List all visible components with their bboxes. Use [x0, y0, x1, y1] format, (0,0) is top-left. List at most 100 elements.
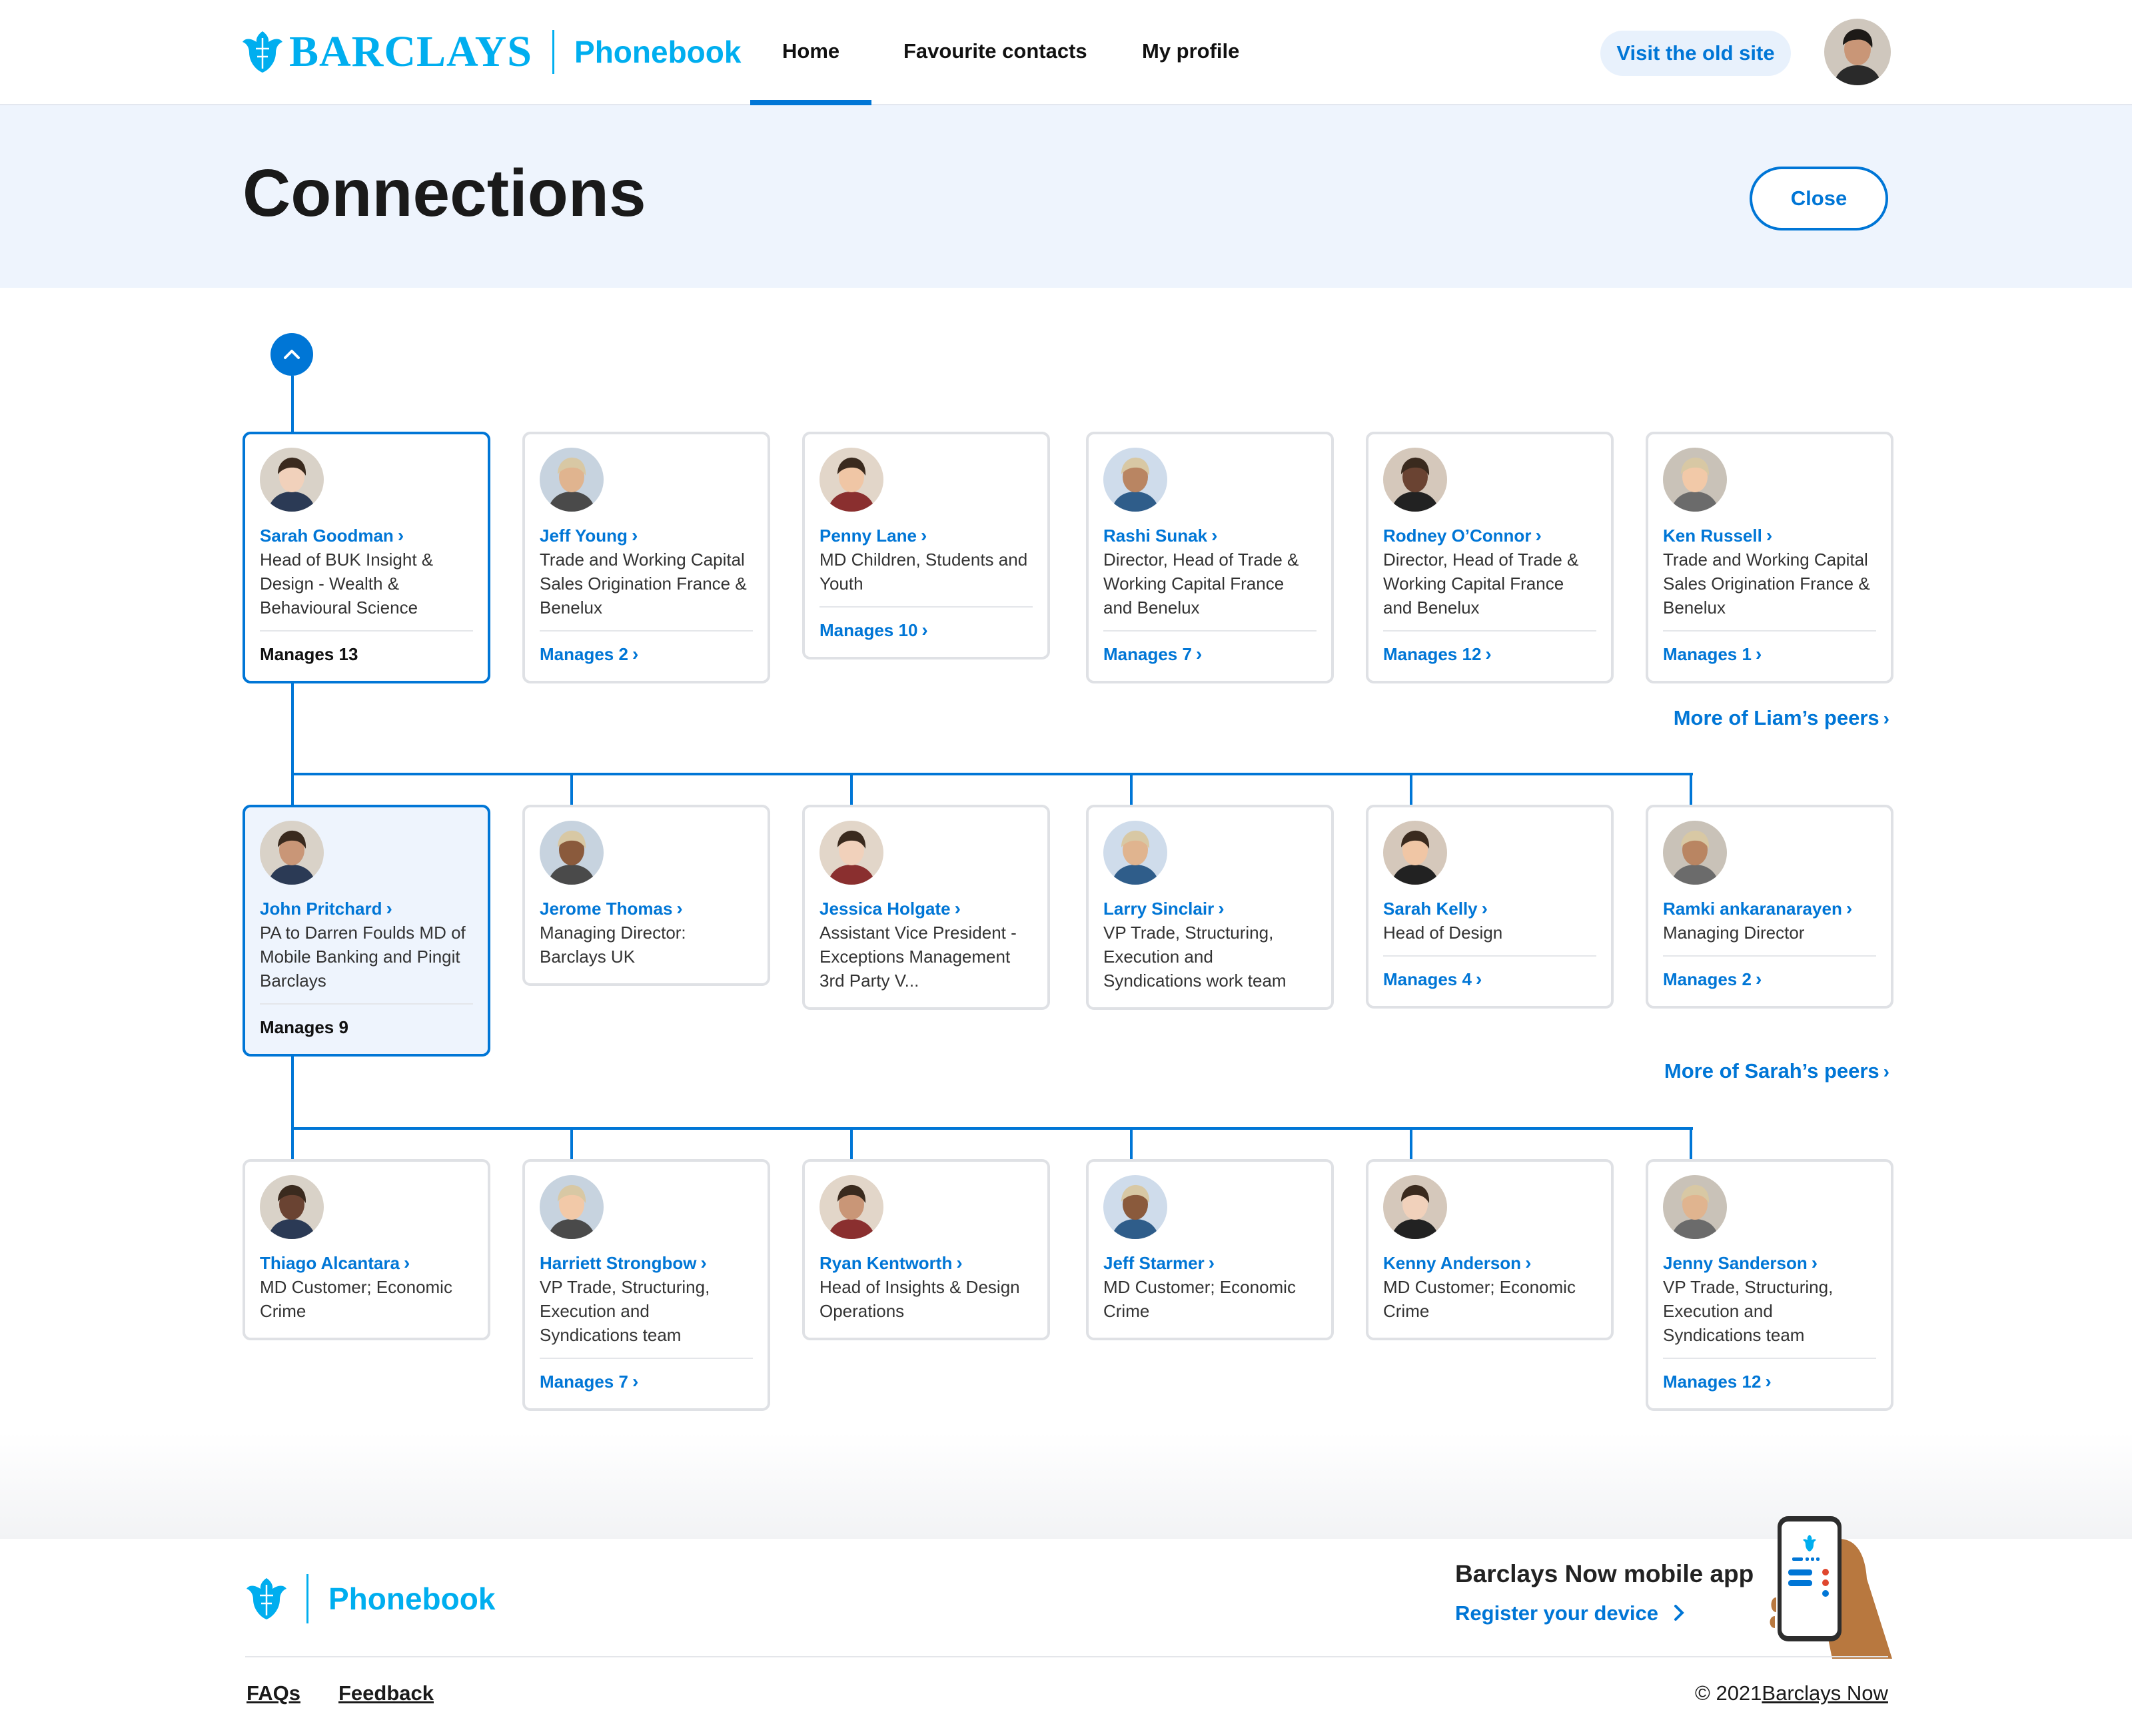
chevron-up-icon: [284, 350, 300, 359]
person-card[interactable]: Jeff Young › Trade and Working Capital Sale…: [522, 432, 770, 683]
nav-home[interactable]: Home: [782, 35, 839, 68]
close-button[interactable]: Close: [1750, 167, 1888, 230]
footer-logo[interactable]: Phonebook: [245, 1573, 495, 1624]
person-role-line: and Benelux: [1103, 598, 1200, 618]
person-name: Larry Sinclair: [1103, 899, 1215, 919]
person-name-link[interactable]: Jeff Young ›: [540, 524, 753, 548]
more-peers-label: More of Sarah’s peers: [1664, 1059, 1879, 1083]
person-avatar: [260, 448, 324, 512]
manages-count: Manages 12: [1383, 644, 1482, 664]
person-name-link[interactable]: Kenny Anderson ›: [1383, 1251, 1596, 1275]
person-name-link[interactable]: Larry Sinclair ›: [1103, 897, 1317, 921]
footer-divider: [245, 1656, 1888, 1657]
more-peers-link[interactable]: More of Sarah’s peers ›: [1664, 1059, 1889, 1083]
chevron-right-icon: ›: [1525, 1252, 1532, 1273]
person-name-link[interactable]: Jeff Starmer ›: [1103, 1251, 1317, 1275]
manages-link[interactable]: Manages 2 ›: [540, 642, 753, 666]
person-card[interactable]: Jessica Holgate › Assistant Vice President…: [802, 805, 1050, 1010]
person-role-line: 3rd Party V...: [819, 971, 919, 991]
person-name-link[interactable]: Rodney O’Connor ›: [1383, 524, 1596, 548]
chevron-right-icon: ›: [921, 620, 928, 640]
person-card[interactable]: Rashi Sunak › Director, Head of Trade & Wor…: [1086, 432, 1334, 683]
more-peers-link[interactable]: More of Liam’s peers ›: [1674, 706, 1889, 730]
person-name: Sarah Goodman: [260, 526, 394, 546]
person-card[interactable]: Penny Lane › MD Children, Students and Yout…: [802, 432, 1050, 659]
person-name-link[interactable]: Harriett Strongbow ›: [540, 1251, 753, 1275]
person-card[interactable]: Ryan Kentworth › Head of Insights & Design…: [802, 1159, 1050, 1340]
person-card[interactable]: Rodney O’Connor › Director, Head of Trade …: [1366, 432, 1614, 683]
person-name-link[interactable]: Rashi Sunak ›: [1103, 524, 1317, 548]
person-name-link[interactable]: Ryan Kentworth ›: [819, 1251, 1033, 1275]
person-name-link[interactable]: Penny Lane ›: [819, 524, 1033, 548]
person-name-link[interactable]: Thiago Alcantara ›: [260, 1251, 473, 1275]
nav-my-profile[interactable]: My profile: [1142, 35, 1239, 68]
barclays-logo[interactable]: BARCLAYS Phonebook: [241, 28, 741, 76]
person-card[interactable]: John Pritchard › PA to Darren Foulds MD of…: [243, 805, 490, 1057]
person-card[interactable]: Harriett Strongbow › VP Trade, Structuring…: [522, 1159, 770, 1411]
manages-link[interactable]: Manages 4 ›: [1383, 967, 1596, 991]
person-avatar: [1383, 1175, 1447, 1239]
visit-old-site-button[interactable]: Visit the old site: [1600, 31, 1791, 76]
barclays-now-link[interactable]: Barclays Now: [1762, 1681, 1888, 1705]
person-card[interactable]: Kenny Anderson › MD Customer; Economic Crim…: [1366, 1159, 1614, 1340]
person-role-line: Crime: [1383, 1301, 1430, 1321]
person-card[interactable]: Thiago Alcantara › MD Customer; Economic Cr…: [243, 1159, 490, 1340]
person-role-line: MD Customer; Economic: [1103, 1277, 1296, 1297]
person-role-line: Working Capital France: [1103, 574, 1285, 594]
footer-logo-divider: [306, 1574, 308, 1623]
person-name-link[interactable]: Ken Russell ›: [1663, 524, 1876, 548]
person-role-line: Head of Insights & Design: [819, 1277, 1020, 1297]
register-device-link[interactable]: Register your device: [1455, 1601, 1688, 1625]
nav-favourite-contacts[interactable]: Favourite contacts: [903, 35, 1087, 68]
person-name-link[interactable]: John Pritchard ›: [260, 897, 473, 921]
person-card[interactable]: Ramki ankaranarayen › Managing Director Man…: [1646, 805, 1893, 1009]
chevron-right-icon: ›: [676, 898, 683, 919]
person-card[interactable]: Jeff Starmer › MD Customer; Economic Crime: [1086, 1159, 1334, 1340]
person-name-link[interactable]: Sarah Kelly ›: [1383, 897, 1596, 921]
chevron-right-icon: ›: [632, 644, 639, 664]
feedback-link[interactable]: Feedback: [338, 1681, 434, 1705]
manages-link[interactable]: Manages 7 ›: [1103, 642, 1317, 666]
manages-count: Manages 7: [1103, 644, 1192, 664]
expand-up-button[interactable]: [270, 333, 313, 376]
faqs-link[interactable]: FAQs: [247, 1681, 300, 1705]
person-name: Rodney O’Connor: [1383, 526, 1532, 546]
chevron-right-icon: ›: [632, 1371, 639, 1392]
manages-link[interactable]: Manages 12 ›: [1663, 1370, 1876, 1394]
connector-row3-bus: [291, 1127, 1693, 1130]
manages-link[interactable]: Manages 7 ›: [540, 1370, 753, 1394]
more-peers-label: More of Liam’s peers: [1673, 706, 1879, 729]
person-role-line: Managing Director:: [540, 923, 686, 943]
footer-product-name: Phonebook: [328, 1581, 496, 1616]
chevron-right-icon: ›: [954, 898, 961, 919]
person-role-line: Syndications work team: [1103, 971, 1287, 991]
person-avatar: [1663, 1175, 1727, 1239]
person-name-link[interactable]: Sarah Goodman ›: [260, 524, 473, 548]
person-name-link[interactable]: Jerome Thomas ›: [540, 897, 753, 921]
manages-link[interactable]: Manages 2 ›: [1663, 967, 1876, 991]
person-role-line: Barclays UK: [540, 947, 636, 967]
person-role-line: Director, Head of Trade &: [1383, 550, 1579, 570]
person-card[interactable]: Ken Russell › Trade and Working Capital Sal…: [1646, 432, 1893, 683]
chevron-right-icon: ›: [1218, 898, 1225, 919]
person-card[interactable]: Larry Sinclair › VP Trade, Structuring, Exe…: [1086, 805, 1334, 1010]
manages-link: Manages 13: [260, 642, 473, 666]
manages-link[interactable]: Manages 10 ›: [819, 618, 1033, 642]
manages-count: Manages 2: [1663, 969, 1752, 989]
person-name-link[interactable]: Jenny Sanderson ›: [1663, 1251, 1876, 1275]
manages-link[interactable]: Manages 1 ›: [1663, 642, 1876, 666]
person-card[interactable]: Sarah Kelly › Head of Design Manages 4 ›: [1366, 805, 1614, 1009]
person-card[interactable]: Jerome Thomas › Managing Director: Barclays…: [522, 805, 770, 986]
user-avatar[interactable]: [1824, 19, 1891, 85]
person-role-line: VP Trade, Structuring,: [1103, 923, 1274, 943]
person-name-link[interactable]: Ramki ankaranarayen ›: [1663, 897, 1876, 921]
manages-link[interactable]: Manages 12 ›: [1383, 642, 1596, 666]
person-name: John Pritchard: [260, 899, 382, 919]
person-role-line: Youth: [819, 574, 863, 594]
chevron-right-icon: ›: [386, 898, 392, 919]
person-name-link[interactable]: Jessica Holgate ›: [819, 897, 1033, 921]
person-card[interactable]: Sarah Goodman › Head of BUK Insight & Desig…: [243, 432, 490, 683]
manages-count: Manages 1: [1663, 644, 1752, 664]
person-role-line: Syndications team: [540, 1325, 682, 1345]
person-card[interactable]: Jenny Sanderson › VP Trade, Structuring, Ex…: [1646, 1159, 1893, 1411]
